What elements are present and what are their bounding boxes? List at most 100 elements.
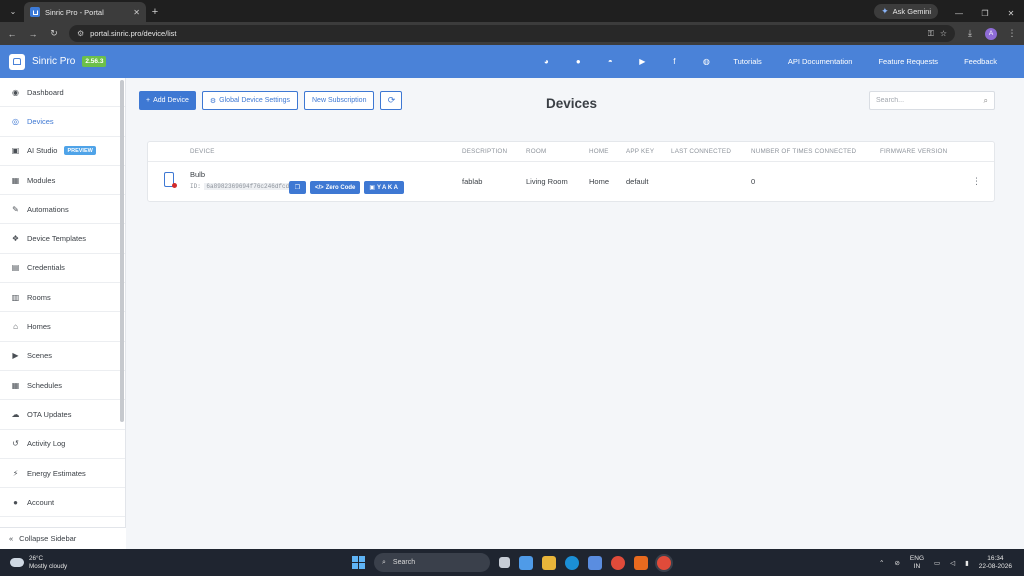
display-icon[interactable]: ▭	[934, 559, 940, 567]
network-off-icon[interactable]: ⊘	[894, 559, 899, 567]
browser-menu-icon[interactable]: ⋮	[1006, 28, 1018, 39]
tab-search-icon[interactable]: ⌄	[4, 2, 22, 20]
brand-name[interactable]: Sinric Pro	[32, 56, 75, 67]
column-header-app-key: APP KEY	[626, 148, 655, 155]
sidebar-scrollbar[interactable]	[120, 80, 124, 422]
task-view-icon[interactable]	[499, 557, 510, 568]
dashboard-icon: ◉	[12, 87, 19, 97]
close-window-icon[interactable]: ✕	[998, 9, 1024, 18]
file-explorer-icon[interactable]	[542, 555, 556, 570]
edge-browser-icon[interactable]	[565, 555, 579, 570]
sidebar-item-label: Energy Estimates	[27, 468, 86, 478]
clock-date: 22-08-2026	[978, 563, 1012, 570]
column-header-room: ROOM	[526, 148, 547, 155]
link-tutorials[interactable]: Tutorials	[733, 57, 761, 66]
sidebar-item-automations[interactable]: ✎ Automations	[0, 195, 125, 225]
new-subscription-button[interactable]: New Subscription	[304, 91, 375, 110]
sidebar-item-credentials[interactable]: ▤ Credentials	[0, 254, 125, 284]
collapse-sidebar-button[interactable]: « Collapse Sidebar	[0, 527, 126, 549]
chrome-app-icon[interactable]	[611, 555, 625, 570]
zero-code-button[interactable]: </> Zero Code	[310, 181, 361, 194]
sidebar-item-label: Scenes	[27, 351, 53, 361]
tab-title: Sinric Pro - Portal	[45, 7, 104, 17]
row-actions-kebab-icon[interactable]: ⋮	[972, 176, 981, 187]
table-row[interactable]: Bulb ID: 6a8982369694f76c246dfcdf ❐ </> Z…	[148, 162, 994, 202]
activity-log-icon: ↺	[12, 439, 19, 449]
discord-icon[interactable]: ◕	[541, 57, 551, 66]
minimize-icon[interactable]: —	[946, 9, 972, 18]
tray-chevron-up-icon[interactable]: ⌃	[879, 559, 884, 567]
reload-icon[interactable]: ↻	[48, 28, 60, 39]
plus-icon: +	[146, 97, 151, 104]
ask-gemini-button[interactable]: ✦ Ask Gemini	[874, 4, 938, 19]
new-tab-icon[interactable]: +	[146, 2, 164, 22]
site-info-icon[interactable]: ⚙	[77, 29, 84, 38]
sidebar-item-modules[interactable]: ▦ Modules	[0, 166, 125, 196]
sidebar-item-account[interactable]: ● Account	[0, 488, 125, 518]
battery-icon[interactable]: ▮	[965, 559, 969, 567]
sidebar-item-ai-studio[interactable]: ▣ AI Studio PREVIEW	[0, 137, 125, 166]
omnibox[interactable]: ⚙ portal.sinric.pro/device/list ⚿ ☆	[69, 25, 955, 42]
ai-studio-icon: ▣	[11, 146, 20, 156]
version-badge: 2.56.3	[82, 56, 107, 67]
bookmark-star-icon[interactable]: ☆	[940, 29, 947, 38]
youtube-icon[interactable]: ▶	[637, 57, 647, 66]
gear-icon: ⚙	[209, 97, 217, 105]
yaka-button[interactable]: ▣ YAKA	[364, 181, 405, 194]
password-key-icon[interactable]: ⚿	[928, 29, 934, 39]
url-text[interactable]: portal.sinric.pro/device/list	[90, 29, 922, 38]
sidebar-item-devices[interactable]: ◎ Devices	[0, 107, 125, 137]
device-name[interactable]: Bulb	[190, 170, 205, 179]
microsoft-store-icon[interactable]	[588, 555, 602, 570]
android-icon[interactable]: ◓	[605, 57, 615, 66]
link-feedback[interactable]: Feedback	[964, 57, 997, 66]
copilot-app-icon[interactable]	[519, 555, 533, 570]
back-icon[interactable]: ←	[6, 29, 18, 39]
taskbar-search[interactable]: ⌕ Search	[374, 553, 490, 572]
profile-avatar[interactable]: A	[985, 27, 997, 40]
sidebar-item-label: Activity Log	[27, 439, 66, 449]
global-device-settings-button[interactable]: ⚙ Global Device Settings	[201, 91, 298, 110]
close-tab-icon[interactable]: ✕	[133, 8, 140, 17]
facebook-icon[interactable]: f	[669, 57, 679, 66]
sidebar-item-label: OTA Updates	[27, 409, 72, 419]
download-icon[interactable]: ⤓	[964, 28, 976, 39]
windows-start-icon[interactable]	[352, 556, 365, 569]
device-app-key: default	[626, 177, 649, 186]
sidebar-item-schedules[interactable]: ▦ Schedules	[0, 371, 125, 401]
account-icon: ●	[13, 497, 18, 507]
sidebar-item-energy-estimates[interactable]: ⚡ Energy Estimates	[0, 459, 125, 489]
browser-tab[interactable]: Sinric Pro - Portal ✕	[24, 2, 146, 22]
link-feature-requests[interactable]: Feature Requests	[878, 57, 938, 66]
sinric-favicon-icon	[30, 7, 40, 17]
link-api-documentation[interactable]: API Documentation	[788, 57, 853, 66]
github-icon[interactable]: ◍	[701, 57, 711, 66]
sidebar-item-homes[interactable]: ⌂ Homes	[0, 312, 125, 342]
copy-id-button[interactable]: ❐	[289, 181, 306, 194]
ask-gemini-label: Ask Gemini	[892, 7, 931, 16]
apple-icon[interactable]: ●	[573, 57, 583, 66]
sidebar-item-rooms[interactable]: ▥ Rooms	[0, 283, 125, 313]
sidebar-item-ota-updates[interactable]: ☁ OTA Updates	[0, 400, 125, 430]
sidebar-item-activity-log[interactable]: ↺ Activity Log	[0, 430, 125, 459]
restore-icon[interactable]: ❐	[972, 9, 998, 18]
sidebar-item-device-templates[interactable]: ❖ Device Templates	[0, 224, 125, 254]
search-box[interactable]: ⌕	[869, 91, 995, 110]
refresh-button[interactable]: ⟳	[380, 91, 403, 110]
system-clock[interactable]: 16:34 22-08-2026	[979, 555, 1012, 571]
table-header: DEVICE DESCRIPTION ROOM HOME APP KEY LAS…	[148, 142, 994, 162]
sidebar-item-label: Devices	[27, 116, 54, 126]
app-orange-icon[interactable]	[634, 555, 648, 570]
chrome-active-app-icon[interactable]	[657, 555, 671, 570]
language-indicator[interactable]: ENG IN	[910, 555, 924, 571]
add-device-button[interactable]: + Add Device	[139, 91, 196, 110]
forward-icon[interactable]: →	[27, 29, 39, 39]
column-header-description: DESCRIPTION	[462, 148, 508, 155]
weather-widget[interactable]: 26°C Mostly cloudy	[0, 555, 140, 571]
search-input[interactable]	[876, 97, 984, 104]
sidebar-item-scenes[interactable]: ▶ Scenes	[0, 342, 125, 371]
sidebar-item-dashboard[interactable]: ◉ Dashboard	[0, 78, 125, 108]
sinric-logo-icon[interactable]	[9, 53, 25, 70]
volume-muted-icon[interactable]: ◁	[950, 559, 955, 567]
search-icon[interactable]: ⌕	[984, 96, 988, 106]
